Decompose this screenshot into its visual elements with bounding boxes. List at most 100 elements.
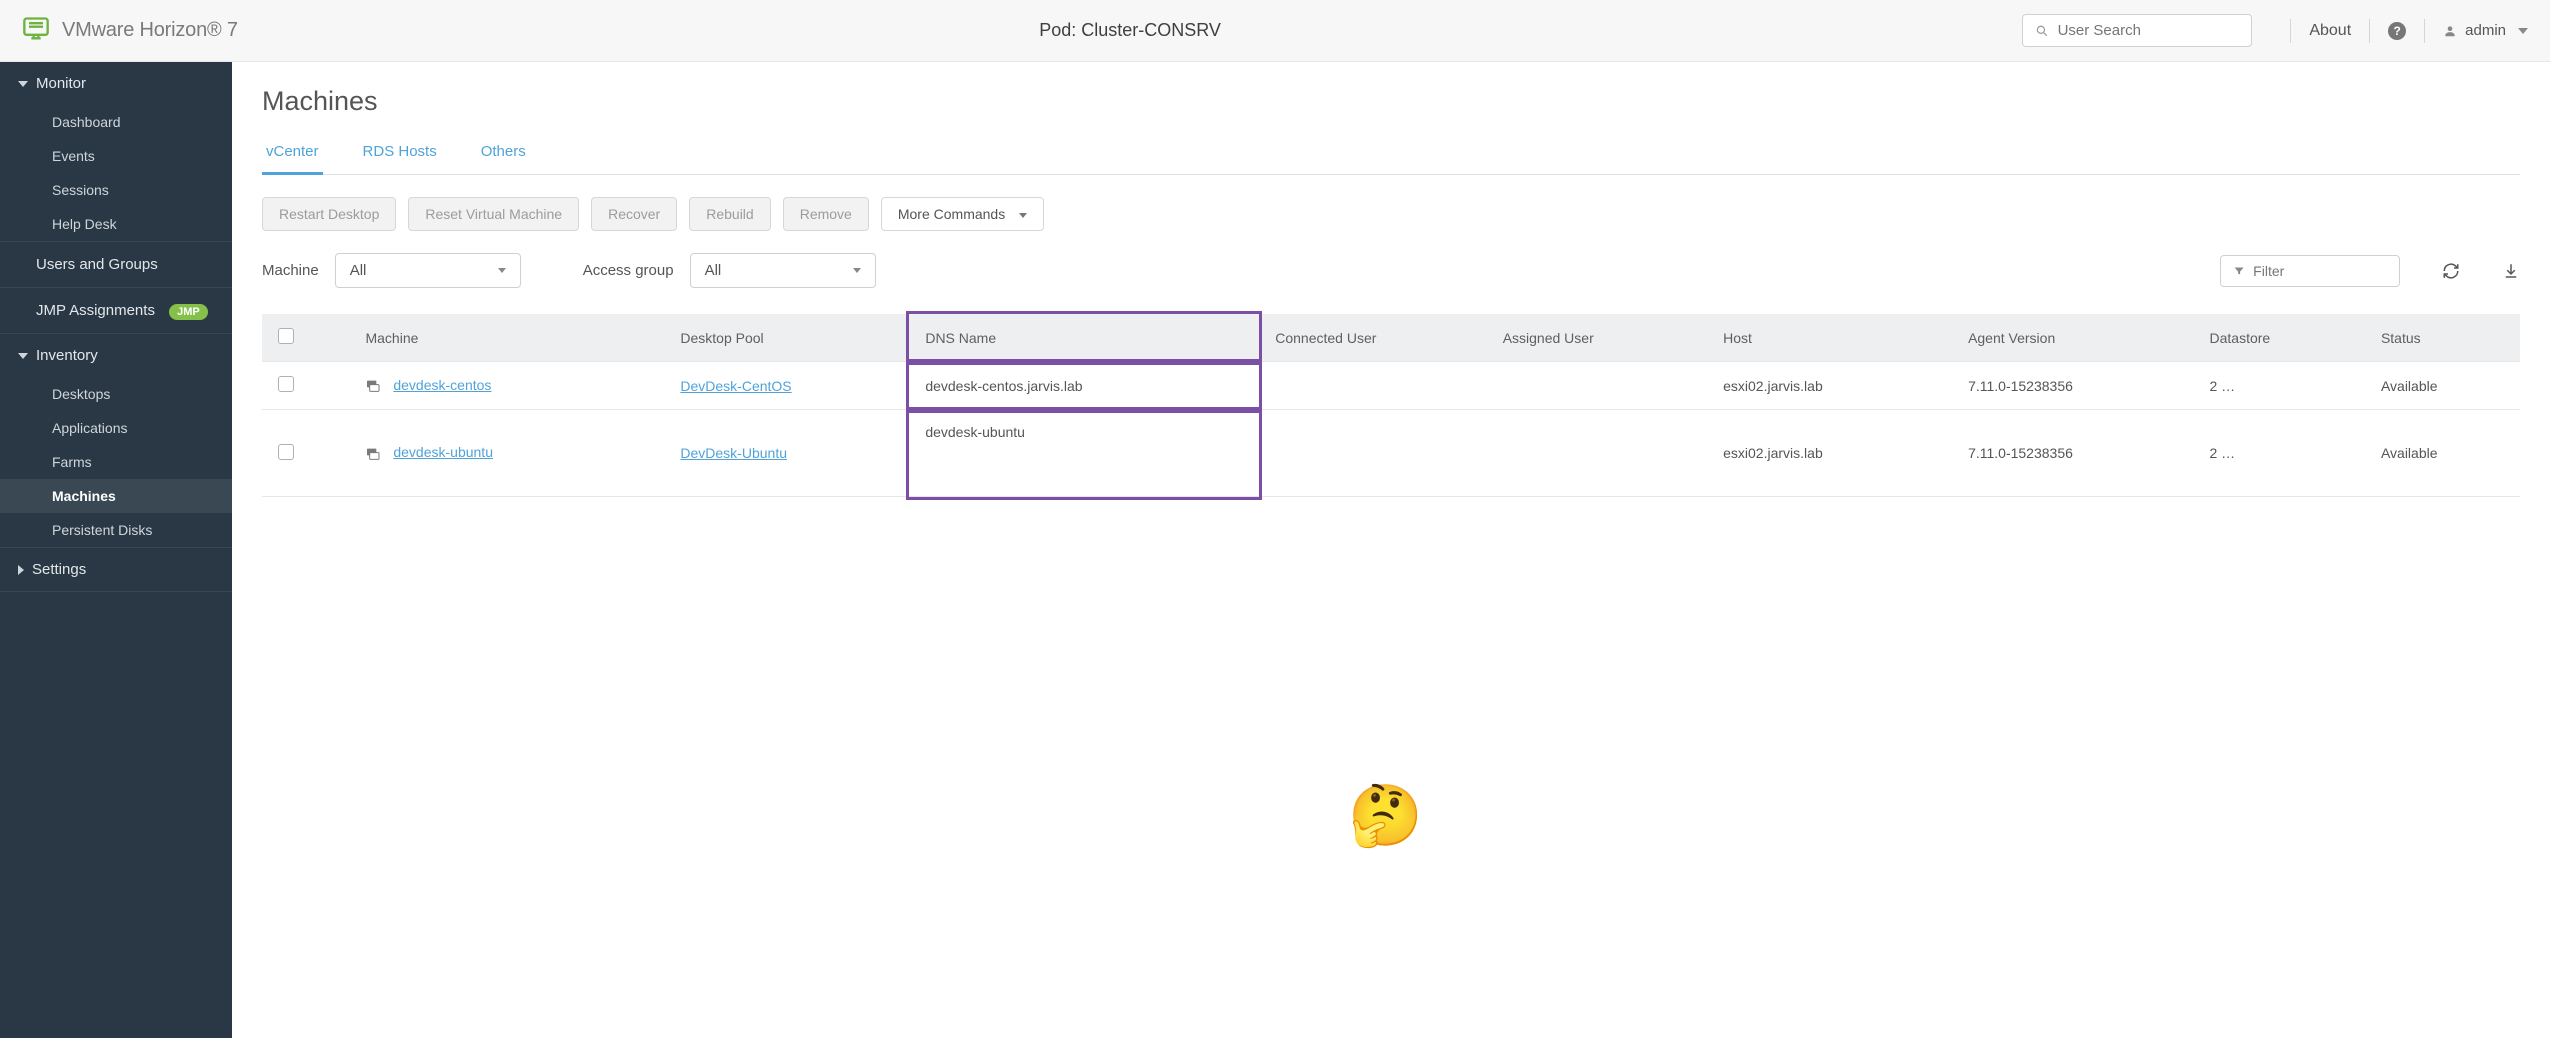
assigned-cell [1487, 362, 1707, 410]
nav-monitor-label: Monitor [36, 75, 86, 92]
nav-monitor[interactable]: Monitor [0, 62, 232, 105]
filter-row: Machine All Access group All [262, 253, 2520, 288]
remove-button[interactable]: Remove [783, 197, 869, 231]
nav-jmp[interactable]: JMP Assignments JMP [0, 287, 232, 333]
nav-settings[interactable]: Settings [0, 547, 232, 591]
machine-filter-label: Machine [262, 262, 319, 279]
vm-icon [365, 378, 381, 394]
nav-inventory[interactable]: Inventory [0, 333, 232, 377]
header-bar: VMware Horizon® 7 Pod: Cluster-CONSRV Ab… [0, 0, 2550, 62]
table-row[interactable]: devdesk-centos DevDesk-CentOS devdesk-ce… [262, 362, 2520, 410]
access-group-select[interactable]: All [690, 253, 876, 288]
col-agent[interactable]: Agent Version [1952, 314, 2193, 362]
download-button[interactable] [2502, 262, 2520, 280]
user-menu[interactable]: admin [2443, 22, 2528, 39]
more-commands-label: More Commands [898, 206, 1005, 222]
assigned-cell [1487, 410, 1707, 497]
pool-link[interactable]: DevDesk-Ubuntu [680, 445, 787, 461]
datastore-cell: 2 … [2194, 410, 2365, 497]
access-group-label: Access group [583, 262, 674, 279]
chevron-down-icon [2518, 28, 2528, 34]
nav-machines[interactable]: Machines [0, 479, 232, 513]
jmp-badge: JMP [169, 304, 208, 320]
chevron-down-icon [18, 81, 28, 87]
dns-cell: devdesk-centos.jarvis.lab [909, 362, 1259, 410]
nav-applications[interactable]: Applications [0, 411, 232, 445]
nav-sessions[interactable]: Sessions [0, 173, 232, 207]
sidebar: Monitor Dashboard Events Sessions Help D… [0, 62, 232, 1038]
reset-vm-button[interactable]: Reset Virtual Machine [408, 197, 579, 231]
agent-cell: 7.11.0-15238356 [1952, 410, 2193, 497]
table-filter-input[interactable] [2253, 263, 2387, 279]
table-header-row: Machine Desktop Pool DNS Name Connected … [262, 314, 2520, 362]
vm-icon [365, 446, 381, 462]
user-label: admin [2465, 22, 2506, 39]
machine-filter-value: All [350, 262, 367, 279]
col-assigned[interactable]: Assigned User [1487, 314, 1707, 362]
col-status[interactable]: Status [2365, 314, 2520, 362]
product-name: VMware Horizon® 7 [62, 19, 238, 42]
select-all-checkbox[interactable] [278, 328, 294, 344]
table-filter[interactable] [2220, 255, 2400, 287]
divider [2290, 19, 2291, 43]
agent-cell: 7.11.0-15238356 [1952, 362, 2193, 410]
main-content: Machines vCenter RDS Hosts Others Restar… [232, 62, 2550, 1038]
host-cell: esxi02.jarvis.lab [1707, 362, 1952, 410]
nav-desktops[interactable]: Desktops [0, 377, 232, 411]
nav-dashboard[interactable]: Dashboard [0, 105, 232, 139]
about-link[interactable]: About [2309, 22, 2351, 40]
nav-jmp-label: JMP Assignments [36, 302, 155, 319]
row-checkbox[interactable] [278, 376, 294, 392]
table-row[interactable]: devdesk-ubuntu DevDesk-Ubuntu devdesk-ub… [262, 410, 2520, 497]
tab-rds-hosts[interactable]: RDS Hosts [359, 133, 441, 175]
col-connected[interactable]: Connected User [1259, 314, 1486, 362]
more-commands-button[interactable]: More Commands [881, 197, 1044, 231]
col-machine[interactable]: Machine [349, 314, 664, 362]
tab-vcenter[interactable]: vCenter [262, 133, 323, 175]
tabs: vCenter RDS Hosts Others [262, 133, 2520, 175]
recover-button[interactable]: Recover [591, 197, 677, 231]
divider [2424, 19, 2425, 43]
rebuild-button[interactable]: Rebuild [689, 197, 770, 231]
pod-label: Pod: Cluster-CONSRV [238, 20, 2022, 41]
refresh-button[interactable] [2442, 262, 2460, 280]
nav-persistent-disks[interactable]: Persistent Disks [0, 513, 232, 547]
horizon-icon [22, 15, 50, 47]
host-cell: esxi02.jarvis.lab [1707, 410, 1952, 497]
nav-inventory-label: Inventory [36, 347, 98, 364]
datastore-cell: 2 … [2194, 362, 2365, 410]
help-icon[interactable]: ? [2388, 22, 2406, 40]
restart-desktop-button[interactable]: Restart Desktop [262, 197, 396, 231]
col-dns[interactable]: DNS Name [909, 314, 1259, 362]
nav-users-groups[interactable]: Users and Groups [0, 241, 232, 287]
col-datastore[interactable]: Datastore [2194, 314, 2365, 362]
product-logo: VMware Horizon® 7 [22, 15, 238, 47]
nav-farms[interactable]: Farms [0, 445, 232, 479]
person-icon [2443, 24, 2457, 38]
machine-link[interactable]: devdesk-centos [393, 377, 491, 393]
status-cell: Available [2365, 362, 2520, 410]
action-bar: Restart Desktop Reset Virtual Machine Re… [262, 197, 2520, 231]
user-search[interactable] [2022, 14, 2252, 47]
pool-link[interactable]: DevDesk-CentOS [680, 378, 791, 394]
chevron-down-icon [853, 268, 861, 273]
machine-filter-select[interactable]: All [335, 253, 521, 288]
connected-cell [1259, 410, 1486, 497]
nav-help-desk[interactable]: Help Desk [0, 207, 232, 241]
dns-cell: devdesk-ubuntu [909, 410, 1259, 497]
col-host[interactable]: Host [1707, 314, 1952, 362]
row-checkbox[interactable] [278, 444, 294, 460]
divider [2369, 19, 2370, 43]
filter-icon [2233, 264, 2245, 278]
connected-cell [1259, 362, 1486, 410]
machines-table: Machine Desktop Pool DNS Name Connected … [262, 314, 2520, 497]
page-title: Machines [262, 86, 2520, 117]
chevron-down-icon [498, 268, 506, 273]
user-search-input[interactable] [2058, 22, 2240, 39]
machine-link[interactable]: devdesk-ubuntu [393, 444, 493, 460]
col-pool[interactable]: Desktop Pool [664, 314, 909, 362]
tab-others[interactable]: Others [477, 133, 530, 175]
chevron-right-icon [18, 565, 24, 575]
nav-events[interactable]: Events [0, 139, 232, 173]
header-right: About ? admin [2022, 14, 2528, 47]
